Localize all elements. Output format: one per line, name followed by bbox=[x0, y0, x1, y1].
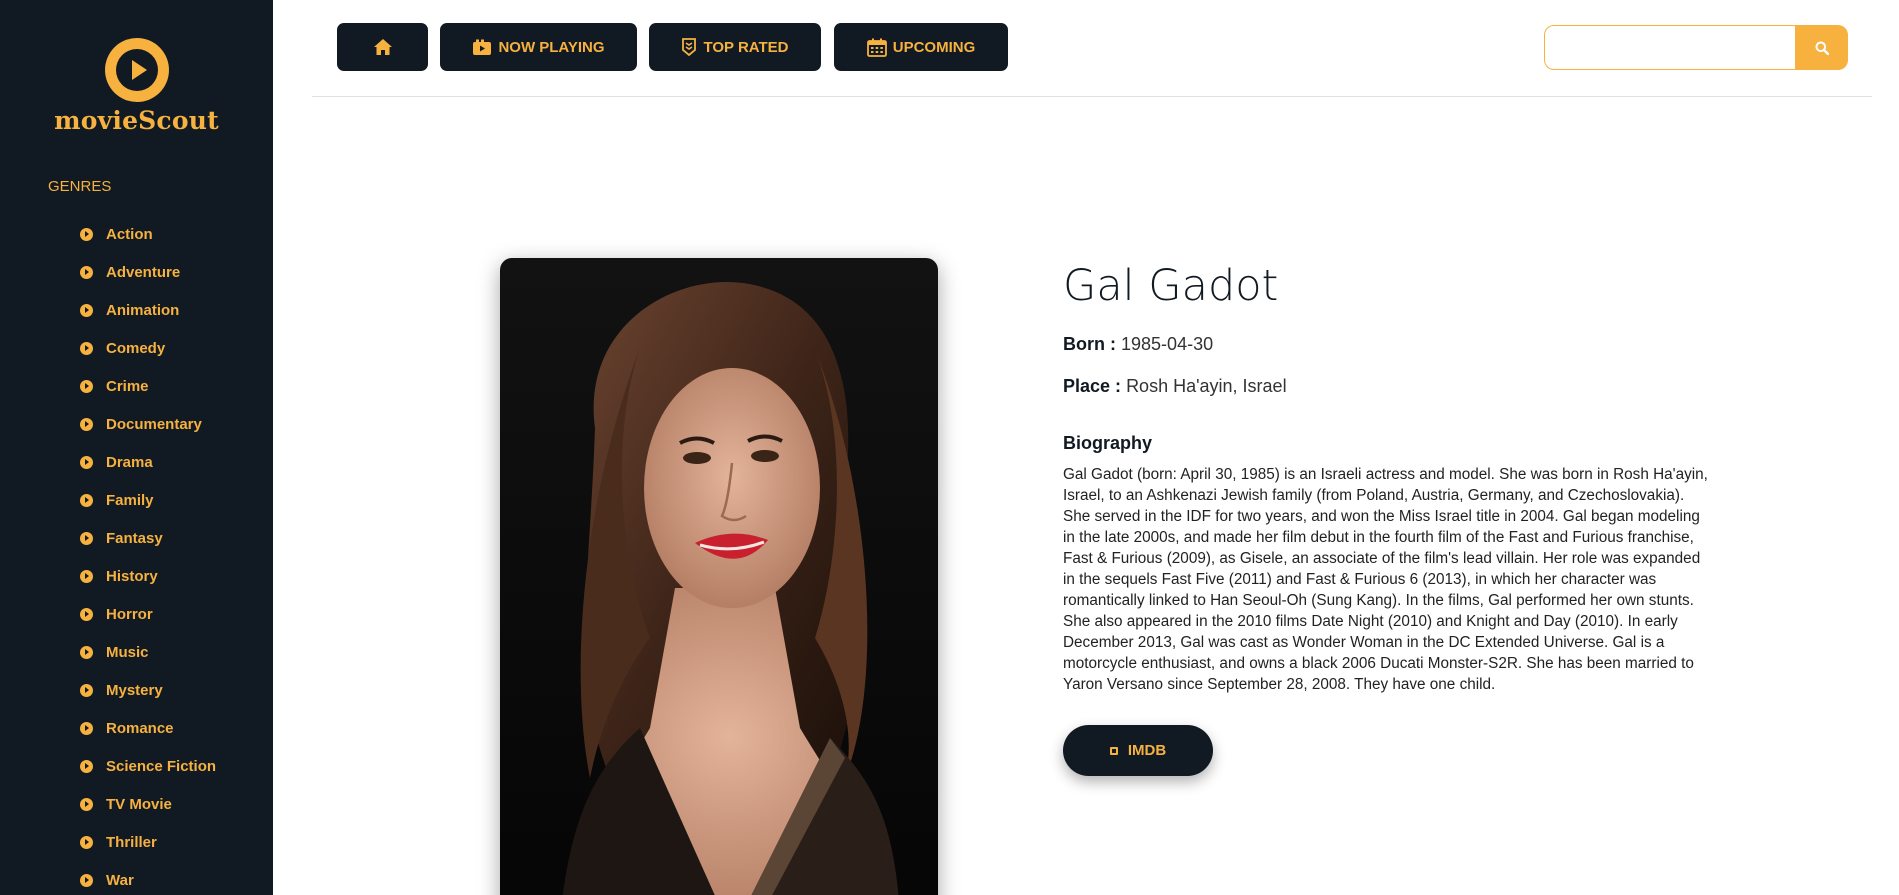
play-circle-icon bbox=[80, 721, 93, 735]
calendar-icon bbox=[866, 38, 887, 57]
genre-item[interactable]: Drama bbox=[80, 443, 216, 481]
header-divider bbox=[312, 96, 1872, 97]
play-circle-icon bbox=[80, 835, 93, 849]
genre-label: Fantasy bbox=[106, 529, 163, 547]
genre-label: Adventure bbox=[106, 263, 181, 281]
home-button[interactable] bbox=[337, 23, 428, 71]
top-rated-label: TOP RATED bbox=[703, 38, 789, 56]
genre-label: Action bbox=[106, 225, 153, 243]
profile-photo bbox=[500, 258, 938, 895]
genre-label: Horror bbox=[106, 605, 153, 623]
genre-label: Music bbox=[106, 643, 149, 661]
genre-label: Comedy bbox=[106, 339, 166, 357]
imdb-label: IMDB bbox=[1127, 742, 1167, 759]
brand-name: movieScout bbox=[54, 106, 219, 135]
genre-item[interactable]: Family bbox=[80, 481, 216, 519]
genre-item[interactable]: Thriller bbox=[80, 823, 216, 861]
play-circle-icon bbox=[80, 645, 93, 659]
genre-item[interactable]: Adventure bbox=[80, 253, 216, 291]
search-input[interactable] bbox=[1544, 25, 1796, 70]
genre-label: Thriller bbox=[106, 833, 157, 851]
upcoming-button[interactable]: UPCOMING bbox=[834, 23, 1008, 71]
play-circle-icon bbox=[80, 797, 93, 811]
app-root: movieScout GENRES Action Adventure Anima… bbox=[0, 0, 1899, 895]
genre-item[interactable]: Fantasy bbox=[80, 519, 216, 557]
genre-label: Documentary bbox=[106, 415, 202, 433]
genre-item[interactable]: Science Fiction bbox=[80, 747, 216, 785]
genre-label: Crime bbox=[106, 377, 149, 395]
genre-label: Animation bbox=[106, 301, 180, 319]
now-playing-button[interactable]: NOW PLAYING bbox=[440, 23, 637, 71]
play-circle-icon bbox=[80, 265, 93, 279]
play-circle-icon bbox=[80, 493, 93, 507]
genre-label: Drama bbox=[106, 453, 153, 471]
genre-item[interactable]: Documentary bbox=[80, 405, 216, 443]
genre-label: Science Fiction bbox=[106, 757, 217, 775]
play-circle-icon bbox=[80, 303, 93, 317]
genre-label: Family bbox=[106, 491, 154, 509]
place-row: Place : Rosh Ha'ayin, Israel bbox=[1063, 374, 1713, 398]
biography-text: Gal Gadot (born: April 30, 1985) is an I… bbox=[1063, 466, 1708, 693]
search-button[interactable] bbox=[1795, 25, 1848, 70]
genres-heading: GENRES bbox=[48, 178, 112, 195]
person-details: Gal Gadot Born : 1985-04-30 Place : Rosh… bbox=[1063, 258, 1713, 776]
now-playing-label: NOW PLAYING bbox=[498, 38, 605, 56]
search-icon bbox=[1815, 41, 1829, 55]
sidebar: movieScout GENRES Action Adventure Anima… bbox=[0, 0, 273, 895]
logo[interactable]: movieScout bbox=[0, 38, 273, 135]
genre-label: TV Movie bbox=[106, 795, 172, 813]
genre-item[interactable]: TV Movie bbox=[80, 785, 216, 823]
medal-icon bbox=[681, 38, 697, 56]
play-circle-icon bbox=[80, 341, 93, 355]
born-label: Born : bbox=[1063, 334, 1116, 354]
home-icon bbox=[373, 39, 392, 55]
play-logo-icon bbox=[104, 38, 169, 102]
genre-label: Mystery bbox=[106, 681, 163, 699]
genre-item[interactable]: Animation bbox=[80, 291, 216, 329]
genre-item[interactable]: Crime bbox=[80, 367, 216, 405]
play-circle-icon bbox=[80, 873, 93, 887]
top-rated-button[interactable]: TOP RATED bbox=[649, 23, 821, 71]
born-row: Born : 1985-04-30 bbox=[1063, 332, 1713, 356]
genre-label: War bbox=[106, 871, 134, 889]
imdb-button[interactable]: IMDB bbox=[1063, 725, 1213, 776]
genre-item[interactable]: Music bbox=[80, 633, 216, 671]
genre-label: History bbox=[106, 567, 158, 585]
genre-item[interactable]: Comedy bbox=[80, 329, 216, 367]
person-name: Gal Gadot bbox=[1063, 261, 1279, 311]
film-icon bbox=[472, 39, 492, 56]
play-circle-icon bbox=[80, 417, 93, 431]
play-circle-icon bbox=[80, 683, 93, 697]
genre-list: Action Adventure Animation Comedy Crime … bbox=[80, 215, 216, 895]
play-circle-icon bbox=[80, 531, 93, 545]
play-circle-icon bbox=[80, 227, 93, 241]
play-circle-icon bbox=[80, 569, 93, 583]
imdb-icon bbox=[1109, 746, 1118, 755]
genre-item[interactable]: Horror bbox=[80, 595, 216, 633]
genre-item[interactable]: Action bbox=[80, 215, 216, 253]
genre-item[interactable]: War bbox=[80, 861, 216, 895]
born-value: 1985-04-30 bbox=[1121, 334, 1214, 354]
genre-item[interactable]: History bbox=[80, 557, 216, 595]
genre-item[interactable]: Romance bbox=[80, 709, 216, 747]
biography-heading: Biography bbox=[1063, 433, 1153, 453]
genre-item[interactable]: Mystery bbox=[80, 671, 216, 709]
place-value: Rosh Ha'ayin, Israel bbox=[1126, 376, 1287, 396]
play-circle-icon bbox=[80, 607, 93, 621]
place-label: Place : bbox=[1063, 376, 1122, 396]
genre-label: Romance bbox=[106, 719, 174, 737]
play-circle-icon bbox=[80, 455, 93, 469]
play-circle-icon bbox=[80, 759, 93, 773]
upcoming-label: UPCOMING bbox=[892, 38, 976, 56]
play-circle-icon bbox=[80, 379, 93, 393]
